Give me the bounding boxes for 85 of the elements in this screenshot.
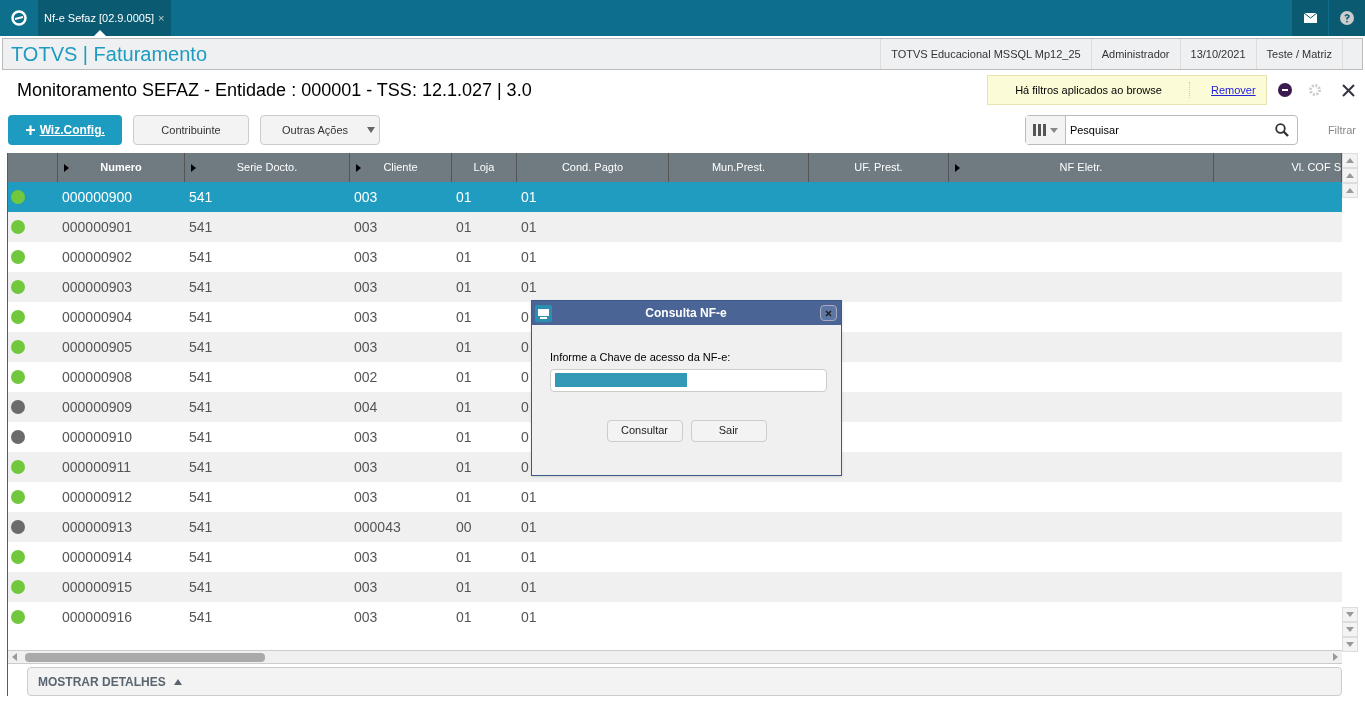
table-cell: 003 — [354, 458, 378, 475]
table-cell: 01 — [456, 368, 472, 385]
table-cell: 541 — [189, 458, 213, 475]
table-cell: 541 — [189, 428, 213, 445]
session-info: Teste / Matriz — [1255, 39, 1342, 69]
table-cell: 000000901 — [62, 218, 133, 235]
table-cell: 01 — [456, 428, 472, 445]
table-cell: 01 — [521, 218, 537, 235]
table-cell: 01 — [456, 218, 472, 235]
table-cell: 000000912 — [62, 488, 133, 505]
table-cell: 01 — [456, 278, 472, 295]
table-cell: 003 — [354, 188, 378, 205]
table-cell: 541 — [189, 278, 213, 295]
table-cell: 01 — [521, 278, 537, 295]
table-cell: 000000915 — [62, 578, 133, 595]
table-cell: 000000903 — [62, 278, 133, 295]
table-cell: 003 — [354, 338, 378, 355]
table-cell: 541 — [189, 578, 213, 595]
table-cell: 003 — [354, 608, 378, 625]
table-cell: 01 — [521, 248, 537, 265]
table-cell: 000000916 — [62, 608, 133, 625]
table-cell: 00 — [456, 518, 472, 535]
table-cell: 000000905 — [62, 338, 133, 355]
table-cell: 000000902 — [62, 248, 133, 265]
table-cell: 0 — [521, 338, 529, 355]
table-cell: 003 — [354, 278, 378, 295]
table-cell: 01 — [521, 578, 537, 595]
table-cell: 000043 — [354, 518, 401, 535]
table-cell: 002 — [354, 368, 378, 385]
table-cell: 01 — [521, 608, 537, 625]
table-cell: 000000914 — [62, 548, 133, 565]
table-cell: 000000913 — [62, 518, 133, 535]
table-cell: 003 — [354, 308, 378, 325]
notice-text: Há filtros aplicados ao browse — [988, 81, 1190, 99]
table-cell: 541 — [189, 608, 213, 625]
table-cell: 0 — [521, 398, 529, 415]
table-cell: 541 — [189, 488, 213, 505]
table-cell: 01 — [456, 458, 472, 475]
table-cell: 01 — [456, 608, 472, 625]
table-cell: 541 — [189, 218, 213, 235]
table-cell: 541 — [189, 308, 213, 325]
session-info: TOTVS Educacional MSSQL Mp12_25 — [880, 39, 1091, 69]
page-title: Monitoramento SEFAZ - Entidade : 000001 - TSS: 12.1.027 | 3.0 — [17, 78, 532, 102]
table-cell: 01 — [456, 578, 472, 595]
table-cell: 0 — [521, 368, 529, 385]
table-cell: 01 — [456, 338, 472, 355]
table-cell: 000000909 — [62, 398, 133, 415]
table-cell: 01 — [456, 308, 472, 325]
table-cell: 000000910 — [62, 428, 133, 445]
session-info: 13/10/2021 — [1179, 39, 1256, 69]
table-cell: 541 — [189, 368, 213, 385]
table-cell: 541 — [189, 398, 213, 415]
table-cell: 541 — [189, 188, 213, 205]
table-cell: 000000911 — [62, 458, 132, 475]
table-cell: 003 — [354, 488, 378, 505]
table-cell: 01 — [456, 248, 472, 265]
table-cell: 01 — [456, 188, 472, 205]
module-title: TOTVS | Faturamento — [11, 42, 207, 67]
table-cell: 000000900 — [62, 188, 133, 205]
table-cell: 003 — [354, 248, 378, 265]
table-cell: 541 — [189, 518, 213, 535]
dialog-title: Consulta NF-e — [644, 305, 728, 322]
table-cell: 541 — [189, 548, 213, 565]
table-cell: 541 — [189, 248, 213, 265]
table-cell: 0 — [521, 428, 529, 445]
table-cell: 0 — [521, 458, 529, 475]
table-cell: 000000908 — [62, 368, 133, 385]
table-cell: 000000904 — [62, 308, 133, 325]
field-label: Informe a Chave de acesso da NF-e: — [550, 350, 732, 365]
table-cell: 0 — [521, 308, 529, 325]
table-cell: 01 — [521, 488, 537, 505]
session-info: Administrador — [1090, 39, 1180, 69]
table-cell: 01 — [456, 548, 472, 565]
table-cell: 003 — [354, 218, 378, 235]
table-cell: 003 — [354, 548, 378, 565]
table-cell: 01 — [456, 488, 472, 505]
table-cell: 01 — [521, 188, 537, 205]
plus-icon: + — [25, 121, 36, 139]
table-cell: 01 — [521, 518, 537, 535]
table-cell: 003 — [354, 578, 378, 595]
table-cell: 01 — [521, 548, 537, 565]
table-cell: 003 — [354, 428, 378, 445]
table-cell: 01 — [456, 398, 472, 415]
table-cell: 541 — [189, 338, 213, 355]
table-cell: 004 — [354, 398, 378, 415]
